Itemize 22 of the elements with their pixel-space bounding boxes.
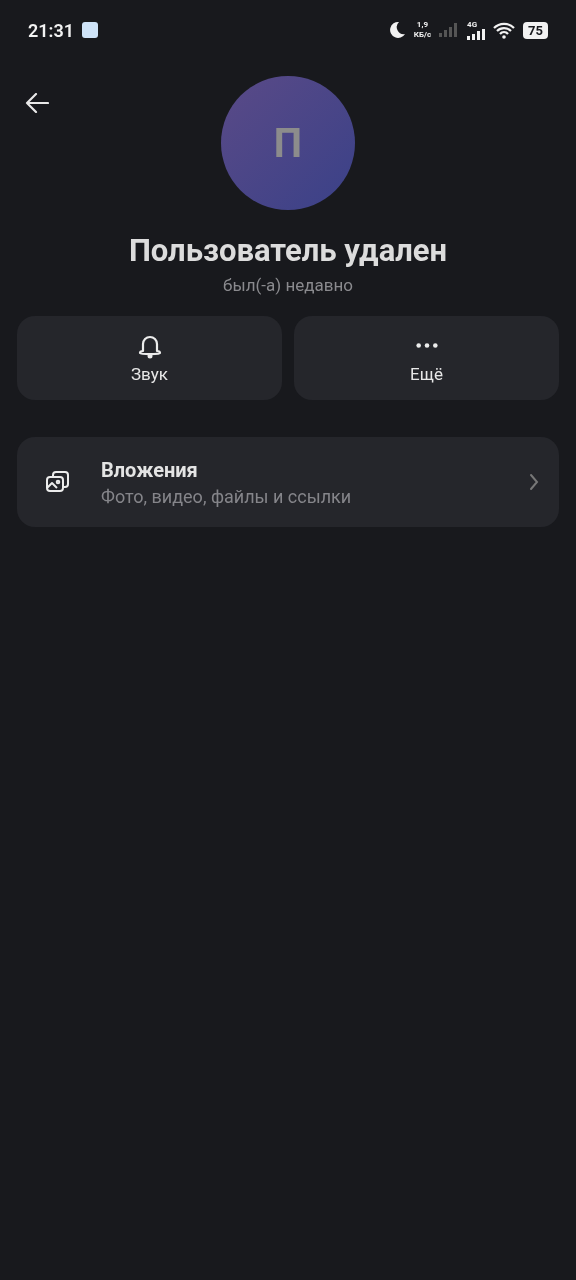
app-notification-icon [82,22,99,38]
battery-indicator: 75 [523,21,548,39]
avatar: П [221,76,355,210]
chevron-right-icon [529,473,539,491]
last-seen-text: был(-а) недавно [223,275,353,295]
attachments-title: Вложения [101,457,199,482]
signal-icon [467,29,486,40]
more-button[interactable]: Ещё [294,316,559,400]
moon-icon [387,21,406,39]
more-icon [415,343,438,348]
attachments-subtitle: Фото, видео, файлы и ссылки [101,485,353,507]
signal-icon [439,23,460,37]
profile-name: Пользователь удален [128,232,448,269]
attachments-row[interactable]: Вложения Фото, видео, файлы и ссылки [17,437,559,527]
wifi-icon [493,21,516,39]
speed-unit: КБ/с [413,30,432,40]
speed-value: 1,9 [416,20,428,30]
network-type: 4G [467,20,478,29]
images-icon [45,470,71,494]
back-arrow-icon[interactable] [25,93,49,113]
status-time: 21:31 [28,19,75,41]
sound-button[interactable]: Звук [17,316,282,400]
